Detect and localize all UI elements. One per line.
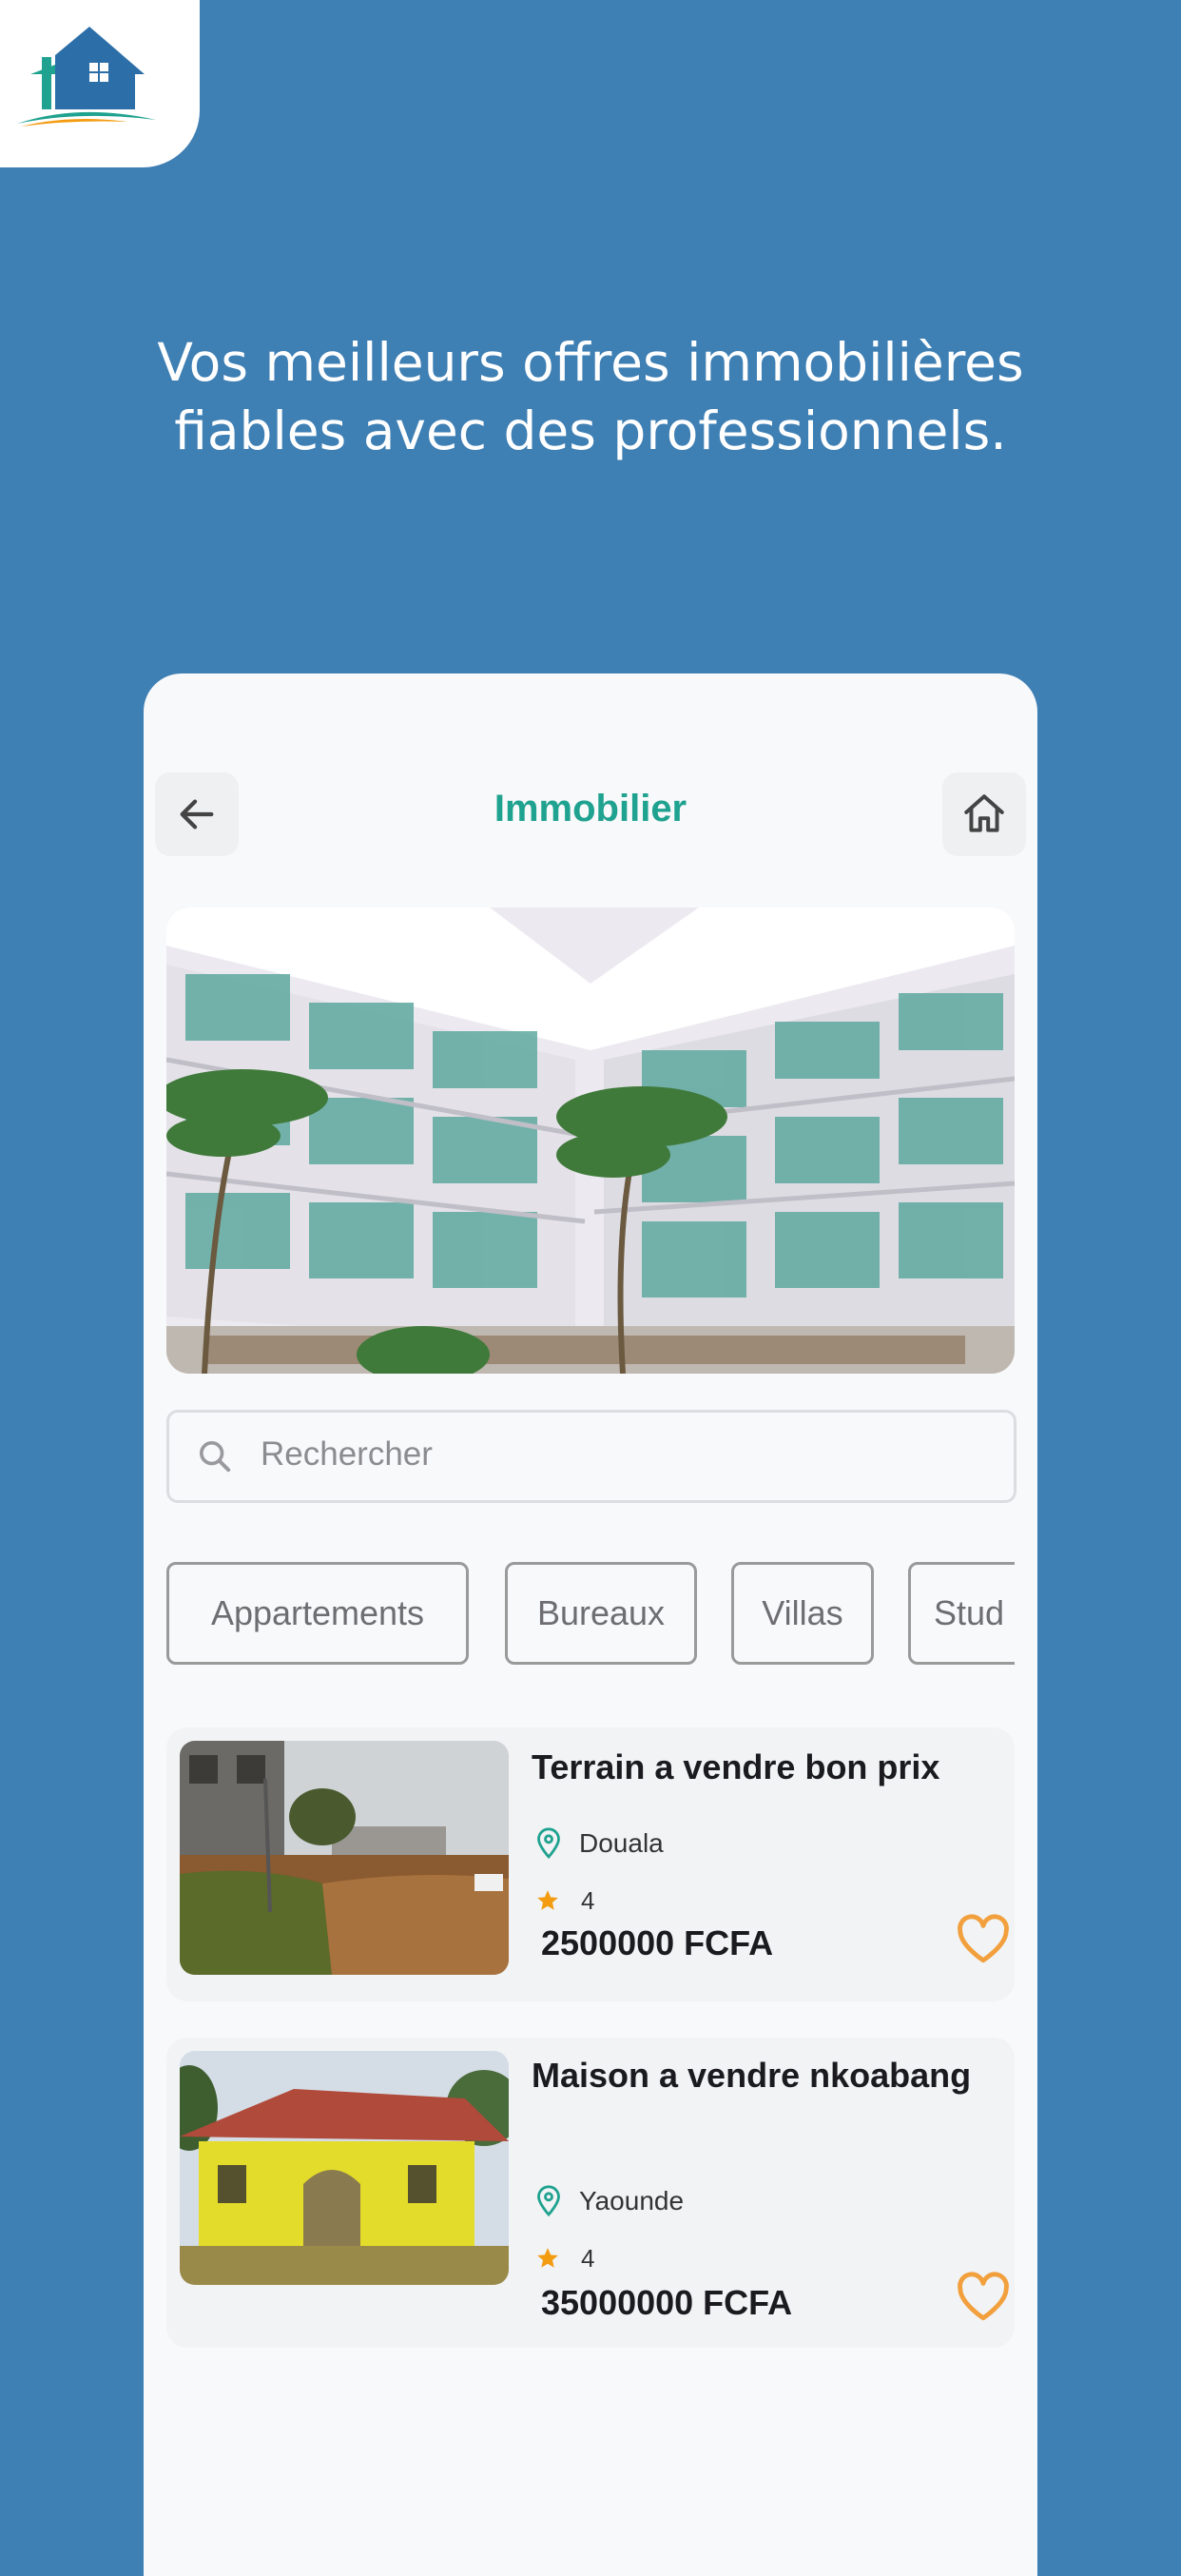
listing-location-text: Yaounde (579, 2186, 685, 2215)
search-input[interactable]: Rechercher (166, 1410, 1016, 1503)
location-pin-icon (537, 1827, 560, 1860)
listing-location: Douala (535, 1825, 664, 1863)
page-title: Immobilier (494, 788, 687, 829)
headline-line-2: fiables avec des professionnels. (174, 400, 1007, 461)
headline: Vos meilleurs offres immobilières fiable… (0, 328, 1181, 465)
heart-icon[interactable] (956, 1914, 1011, 1965)
listing-price: 2500000 FCFA (541, 1923, 774, 1962)
listing-location: Yaounde (535, 2182, 684, 2220)
search-icon (200, 1441, 231, 1473)
category-chips: Appartements Bureaux Villas Stud (166, 1562, 1015, 1672)
listing-rating: 4 (535, 1882, 594, 1920)
chip-studios[interactable]: Stud (908, 1562, 1015, 1665)
search-placeholder: Rechercher (261, 1435, 433, 1473)
listing-price: 35000000 FCFA (541, 2283, 793, 2322)
listing-title: Terrain a vendre bon prix (532, 1747, 940, 1786)
location-pin-icon (537, 2185, 560, 2217)
chip-bureaux[interactable]: Bureaux (505, 1562, 697, 1665)
listing-title: Maison a vendre nkoabang (532, 2056, 972, 2095)
listing-rating-value: 4 (581, 2243, 595, 2273)
app-logo (0, 0, 200, 167)
hero-building-image (166, 907, 1015, 1374)
headline-line-1: Vos meilleurs offres immobilières (157, 332, 1024, 393)
listing-image-maison (180, 2051, 509, 2285)
listing-image-terrain (180, 1741, 509, 1975)
home-icon (964, 794, 1004, 832)
star-icon (537, 1890, 558, 1910)
phone-screen: Immobilier Rechercher Appartements Burea… (144, 673, 1037, 2576)
listing-rating-value: 4 (581, 1885, 595, 1915)
listing-card[interactable]: Maison a vendre nkoabang Yaounde 4 35000… (166, 2038, 1015, 2348)
chip-appartements[interactable]: Appartements (166, 1562, 469, 1665)
listing-location-text: Douala (579, 1828, 664, 1858)
app-header: Immobilier (144, 761, 1037, 869)
listing-rating: 4 (535, 2239, 594, 2277)
chip-villas[interactable]: Villas (731, 1562, 874, 1665)
star-icon (537, 2248, 558, 2268)
house-logo-icon (17, 27, 156, 127)
home-button[interactable] (942, 772, 1026, 856)
heart-icon[interactable] (956, 2272, 1011, 2323)
listing-card[interactable]: Terrain a vendre bon prix Douala 4 25000… (166, 1727, 1015, 2001)
